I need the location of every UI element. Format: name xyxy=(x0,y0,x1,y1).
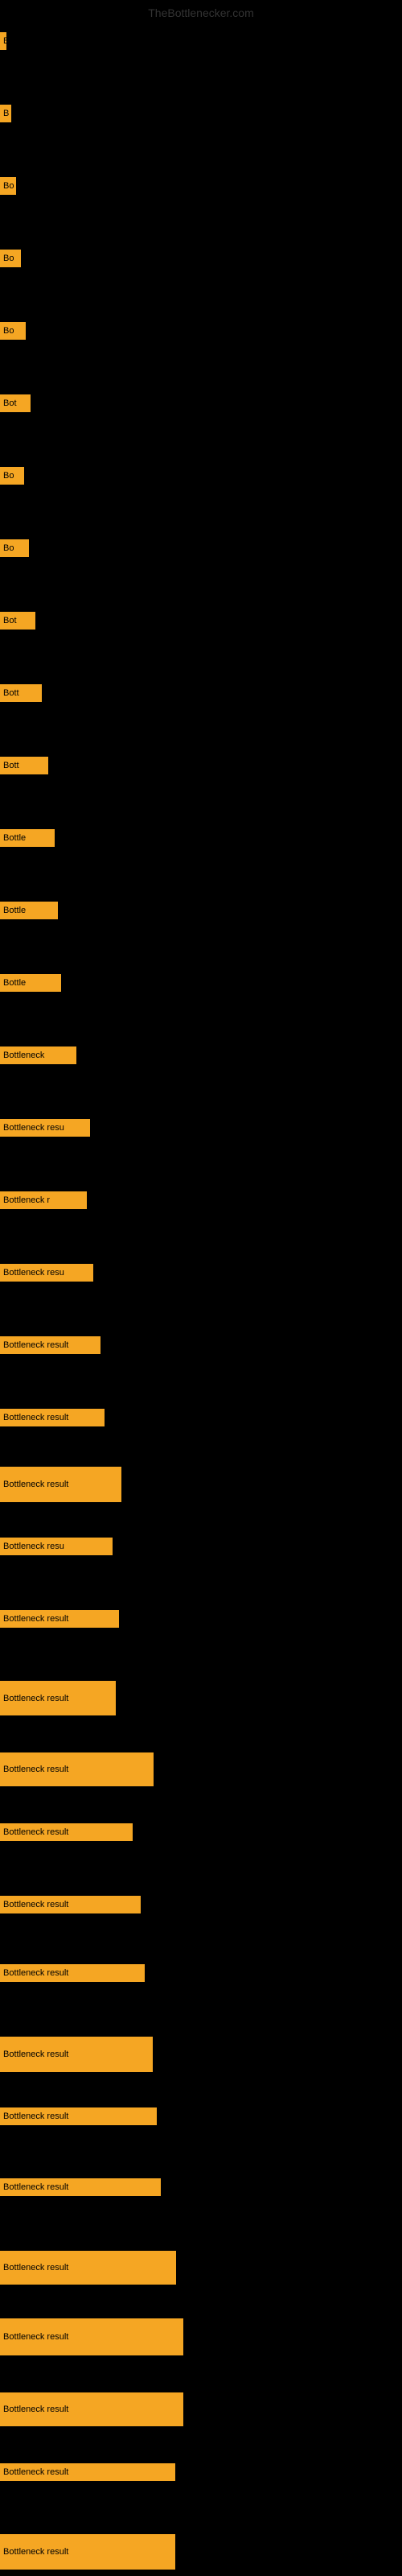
bar-item: B xyxy=(0,32,6,50)
bar-item: Bottleneck result xyxy=(0,2392,183,2426)
bar-label: Bottleneck result xyxy=(0,2178,161,2196)
bar-item: Bottleneck resu xyxy=(0,1538,113,1555)
bar-label: Bottleneck result xyxy=(0,1752,154,1786)
bar-item: Bottleneck result xyxy=(0,2463,175,2481)
bar-item: Bottleneck resu xyxy=(0,1119,90,1137)
bar-item: Bot xyxy=(0,394,31,412)
bar-item: Bottleneck result xyxy=(0,1964,145,1982)
bar-label: Bo xyxy=(0,467,24,485)
bar-label: B xyxy=(0,105,11,122)
bar-item: Bott xyxy=(0,684,42,702)
bar-item: Bo xyxy=(0,467,24,485)
bar-label: Bottleneck result xyxy=(0,2534,175,2570)
bar-item: Bottleneck result xyxy=(0,1409,105,1426)
bar-item: Bottleneck result xyxy=(0,2318,183,2355)
bar-label: Bo xyxy=(0,539,29,557)
bar-label: Bottleneck xyxy=(0,1046,76,1064)
bar-item: Bo xyxy=(0,177,16,195)
bar-item: Bott xyxy=(0,757,48,774)
bar-label: Bottleneck result xyxy=(0,2318,183,2355)
bar-item: Bottleneck result xyxy=(0,2534,175,2570)
bar-item: Bottleneck result xyxy=(0,1823,133,1841)
site-title: TheBottlenecker.com xyxy=(148,6,254,19)
bar-label: Bottleneck result xyxy=(0,1610,119,1628)
bar-item: Bo xyxy=(0,322,26,340)
bar-item: Bo xyxy=(0,539,29,557)
bar-label: Bo xyxy=(0,322,26,340)
bar-label: Bottleneck result xyxy=(0,1409,105,1426)
bar-label: Bottleneck result xyxy=(0,1467,121,1502)
bar-item: Bottleneck result xyxy=(0,2107,157,2125)
bar-item: Bo xyxy=(0,250,21,267)
bar-label: Bottleneck result xyxy=(0,2037,153,2072)
bar-label: Bo xyxy=(0,250,21,267)
bar-label: Bottle xyxy=(0,902,58,919)
bar-item: Bottle xyxy=(0,974,61,992)
bar-item: Bottleneck result xyxy=(0,2178,161,2196)
bar-item: Bottleneck result xyxy=(0,1681,116,1715)
bar-label: Bo xyxy=(0,177,16,195)
bar-label: Bottleneck resu xyxy=(0,1264,93,1282)
bar-item: Bottleneck result xyxy=(0,2251,176,2285)
bar-label: Bott xyxy=(0,684,42,702)
bar-item: Bottleneck result xyxy=(0,1610,119,1628)
bar-label: Bottleneck result xyxy=(0,2463,175,2481)
bar-label: Bottle xyxy=(0,974,61,992)
bar-label: Bottleneck resu xyxy=(0,1119,90,1137)
bar-label: Bottleneck result xyxy=(0,1896,141,1913)
bar-label: Bottleneck result xyxy=(0,2251,176,2285)
bar-item: Bottleneck result xyxy=(0,1896,141,1913)
bar-item: Bottle xyxy=(0,902,58,919)
bar-item: Bot xyxy=(0,612,35,630)
bar-item: B xyxy=(0,105,11,122)
bar-label: Bottleneck result xyxy=(0,1823,133,1841)
bar-item: Bottleneck result xyxy=(0,1467,121,1502)
bar-item: Bottleneck resu xyxy=(0,1264,93,1282)
bar-item: Bottleneck result xyxy=(0,1336,100,1354)
bar-label: Bottle xyxy=(0,829,55,847)
bar-item: Bottleneck result xyxy=(0,2037,153,2072)
bar-item: Bottle xyxy=(0,829,55,847)
bar-label: B xyxy=(0,32,6,50)
bar-item: Bottleneck xyxy=(0,1046,76,1064)
bar-label: Bottleneck r xyxy=(0,1191,87,1209)
bar-label: Bottleneck result xyxy=(0,1336,100,1354)
bar-label: Bott xyxy=(0,757,48,774)
bar-item: Bottleneck r xyxy=(0,1191,87,1209)
bar-label: Bottleneck result xyxy=(0,2107,157,2125)
bar-label: Bottleneck resu xyxy=(0,1538,113,1555)
bar-label: Bottleneck result xyxy=(0,2392,183,2426)
bar-label: Bot xyxy=(0,612,35,630)
bar-label: Bottleneck result xyxy=(0,1964,145,1982)
bar-item: Bottleneck result xyxy=(0,1752,154,1786)
bar-label: Bot xyxy=(0,394,31,412)
bar-label: Bottleneck result xyxy=(0,1681,116,1715)
